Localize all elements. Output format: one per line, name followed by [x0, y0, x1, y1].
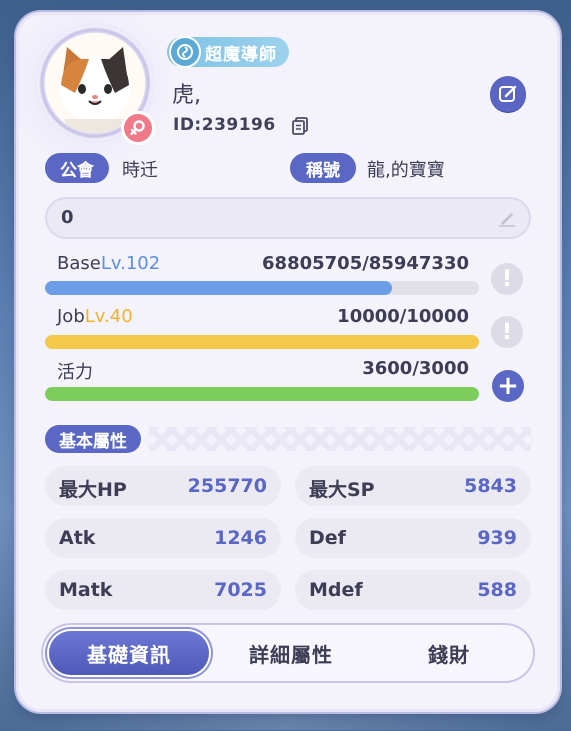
- job-title-badge: 超魔導師: [167, 36, 289, 68]
- attr-def: Def 939: [295, 518, 531, 558]
- attr-atk: Atk 1246: [45, 518, 281, 558]
- job-level: Lv.40: [84, 306, 133, 327]
- stamina-label: 活力: [57, 362, 93, 383]
- base-label: Base: [57, 253, 101, 274]
- attr-name: Def: [309, 527, 346, 549]
- stamina-bar: [45, 387, 479, 401]
- attr-name: Mdef: [309, 579, 363, 601]
- add-stamina-button[interactable]: +: [492, 370, 524, 402]
- base-exp-bar: [45, 281, 479, 295]
- job-title-text: 超魔導師: [205, 44, 277, 65]
- player-name: 虎,: [172, 83, 201, 108]
- edit-profile-button[interactable]: [490, 76, 526, 112]
- attr-name: Atk: [59, 527, 96, 549]
- attr-mdef: Mdef 588: [295, 570, 531, 610]
- attr-value: 939: [477, 527, 517, 549]
- copy-icon[interactable]: [292, 117, 308, 135]
- exclamation-icon: !: [501, 319, 513, 345]
- pencil-icon: [499, 213, 515, 227]
- base-exp-bar-fill: [45, 281, 393, 295]
- job-exp-bar: [45, 335, 479, 349]
- attr-name: Matk: [59, 579, 113, 601]
- guild-value[interactable]: 時迁: [122, 156, 158, 182]
- job-level-label: JobLv.40: [57, 306, 133, 327]
- rose-icon: [169, 36, 201, 68]
- tab-money[interactable]: 錢財: [371, 631, 527, 675]
- section-title: 基本屬性: [45, 425, 141, 453]
- attr-name: 最大SP: [309, 479, 375, 501]
- attr-value: 5843: [464, 475, 517, 497]
- title-value[interactable]: 龍,的寶寶: [367, 156, 445, 182]
- title-label: 稱號: [290, 153, 356, 183]
- job-info-button[interactable]: !: [491, 316, 523, 348]
- female-icon: [130, 120, 145, 136]
- attr-value: 7025: [214, 579, 267, 601]
- base-level-label: BaseLv.102: [57, 253, 160, 274]
- guild-label: 公會: [45, 153, 109, 183]
- gender-badge: [121, 111, 155, 145]
- job-exp-value: 10000/10000: [337, 306, 469, 327]
- attr-value: 588: [477, 579, 517, 601]
- edit-icon: [499, 85, 517, 102]
- base-info-button[interactable]: !: [491, 263, 523, 295]
- stamina-bar-fill: [45, 387, 479, 401]
- attr-value: 1246: [214, 527, 267, 549]
- signature-field[interactable]: 0: [45, 197, 531, 239]
- attr-matk: Matk 7025: [45, 570, 281, 610]
- job-exp-bar-fill: [45, 335, 479, 349]
- profile-card: 超魔導師 虎, ID:239196 公會 時迁 稱號 龍,的寶寶 0 BaseL…: [19, 15, 557, 709]
- plus-icon: +: [497, 371, 519, 401]
- attr-max-hp: 最大HP 255770: [45, 466, 281, 506]
- tab-detailed-attributes[interactable]: 詳細屬性: [211, 631, 371, 675]
- exclamation-icon: !: [501, 266, 513, 292]
- attr-value: 255770: [187, 475, 267, 497]
- stamina-value: 3600/3000: [362, 358, 469, 379]
- base-level: Lv.102: [100, 253, 161, 274]
- section-divider-pattern: [149, 427, 531, 451]
- base-exp-value: 68805705/85947330: [262, 253, 469, 274]
- tab-basic-info[interactable]: 基礎資訊: [49, 631, 209, 675]
- job-label: Job: [57, 306, 85, 327]
- attr-max-sp: 最大SP 5843: [295, 466, 531, 506]
- signature-text: 0: [61, 207, 74, 228]
- attr-name: 最大HP: [59, 479, 127, 501]
- tab-bar: 基礎資訊 詳細屬性 錢財: [41, 623, 535, 683]
- player-id: ID:239196: [173, 115, 276, 135]
